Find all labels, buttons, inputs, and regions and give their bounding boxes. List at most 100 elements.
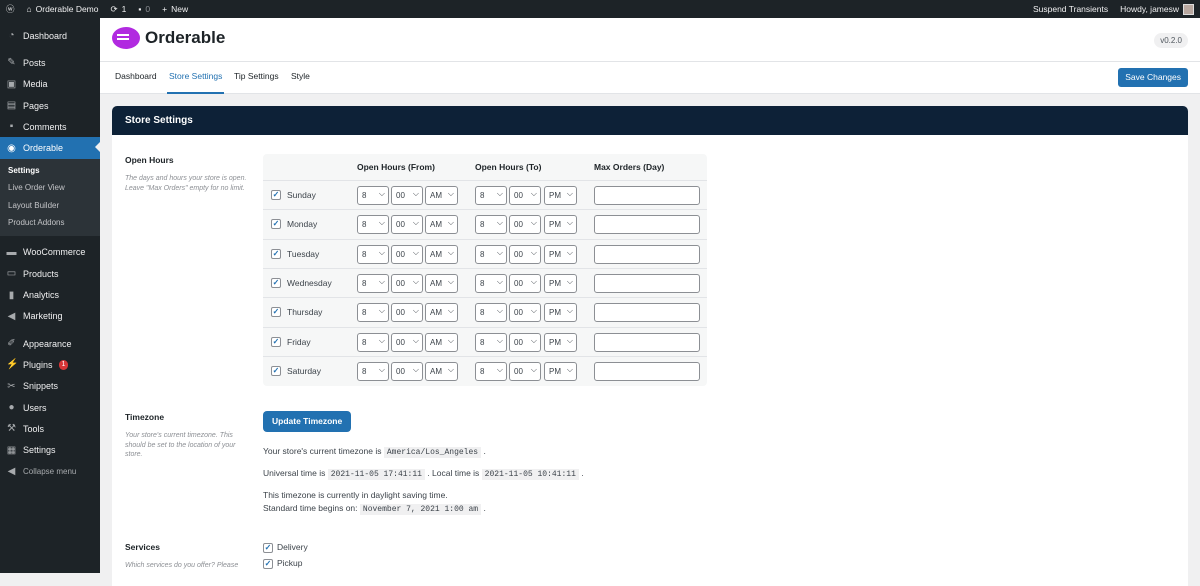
- from-hour-select[interactable]: 8: [357, 244, 389, 264]
- from-period-select[interactable]: AM: [425, 302, 458, 323]
- updates-link[interactable]: ⟳ 1: [105, 0, 133, 18]
- to-minute-select[interactable]: 00: [509, 244, 541, 264]
- submenu-item-settings[interactable]: Settings: [0, 162, 100, 180]
- to-period-select[interactable]: PM: [544, 185, 577, 205]
- sidebar-item-snippets[interactable]: ✂ Snippets: [0, 376, 100, 397]
- user-icon: ●: [8, 402, 15, 413]
- max-orders-input[interactable]: [594, 215, 700, 235]
- to-minute-select[interactable]: 00: [509, 332, 541, 352]
- orderable-icon: ◉: [7, 142, 16, 154]
- sidebar-item-comments[interactable]: ▪ Comments: [0, 116, 100, 137]
- service-pickup[interactable]: ✓ Pickup: [263, 558, 303, 569]
- max-orders-input[interactable]: [594, 273, 700, 293]
- to-period-select[interactable]: PM: [544, 244, 577, 264]
- to-hour-select[interactable]: 8: [475, 214, 507, 235]
- to-period-select[interactable]: PM: [544, 332, 577, 352]
- to-hour-select[interactable]: 8: [475, 302, 507, 323]
- sidebar-item-plugins[interactable]: ⚡ Plugins 1: [0, 354, 100, 375]
- sidebar-item-tools[interactable]: ⚒ Tools: [0, 418, 100, 439]
- wednesday-enabled-checkbox[interactable]: ✓: [271, 277, 281, 288]
- from-hour-select[interactable]: 8: [357, 214, 389, 235]
- pickup-checkbox[interactable]: ✓: [263, 558, 273, 569]
- to-minute-select[interactable]: 00: [509, 361, 541, 381]
- sidebar-item-posts[interactable]: ✎ Posts: [0, 52, 100, 73]
- tab-store-settings[interactable]: Store Settings: [167, 62, 225, 94]
- delivery-checkbox[interactable]: ✓: [263, 542, 273, 553]
- from-minute-select[interactable]: 00: [391, 302, 423, 323]
- sidebar-item-users[interactable]: ● Users: [0, 397, 100, 418]
- max-orders-input[interactable]: [594, 332, 700, 352]
- from-period-select[interactable]: AM: [425, 214, 458, 235]
- to-minute-select[interactable]: 00: [509, 214, 541, 235]
- from-period-select[interactable]: AM: [425, 185, 458, 205]
- friday-enabled-checkbox[interactable]: ✓: [271, 336, 281, 347]
- to-hour-select[interactable]: 8: [475, 185, 507, 205]
- sidebar-item-dashboard[interactable]: ◔ Dashboard: [0, 25, 100, 46]
- to-minute-select[interactable]: 00: [509, 185, 541, 205]
- from-hour-select[interactable]: 8: [357, 332, 389, 352]
- from-period-select[interactable]: AM: [425, 244, 458, 264]
- to-minute-select[interactable]: 00: [509, 302, 541, 323]
- service-delivery[interactable]: ✓ Delivery: [263, 542, 308, 553]
- from-minute-select[interactable]: 00: [391, 332, 423, 352]
- max-orders-input[interactable]: [594, 186, 700, 205]
- from-minute-select[interactable]: 00: [391, 244, 423, 264]
- save-changes-button[interactable]: Save Changes: [1118, 68, 1188, 87]
- sidebar-item-products[interactable]: ▭ Products: [0, 263, 100, 284]
- to-minute-select[interactable]: 00: [509, 273, 541, 293]
- account-link[interactable]: Howdy, jamesw: [1114, 0, 1200, 18]
- sidebar-item-pages[interactable]: ▤ Pages: [0, 95, 100, 116]
- plugin-header: Orderable v0.2.0: [100, 18, 1200, 62]
- submenu-item-product-addons[interactable]: Product Addons: [0, 214, 100, 232]
- to-period-select[interactable]: PM: [544, 273, 577, 293]
- sidebar-item-marketing[interactable]: ◀ Marketing: [0, 306, 100, 327]
- submenu-item-live-order-view[interactable]: Live Order View: [0, 179, 100, 197]
- column-header-max-orders: Max Orders (Day): [594, 162, 665, 172]
- comments-link[interactable]: ▪ 0: [132, 0, 156, 18]
- tab-tip-settings[interactable]: Tip Settings: [234, 62, 279, 94]
- from-hour-select[interactable]: 8: [357, 302, 389, 323]
- from-hour-select[interactable]: 8: [357, 361, 389, 381]
- submenu-item-layout-builder[interactable]: Layout Builder: [0, 197, 100, 215]
- to-period-select[interactable]: PM: [544, 361, 577, 381]
- from-minute-select[interactable]: 00: [391, 361, 423, 381]
- from-minute-select[interactable]: 00: [391, 214, 423, 235]
- column-header-from: Open Hours (From): [357, 162, 435, 172]
- sidebar-item-collapse-menu[interactable]: ◀ Collapse menu: [0, 461, 100, 482]
- sidebar-item-woocommerce[interactable]: ▬ WooCommerce: [0, 242, 100, 263]
- sidebar-item-orderable[interactable]: ◉ Orderable: [0, 137, 100, 159]
- sidebar-item-appearance[interactable]: ✐ Appearance: [0, 333, 100, 354]
- to-hour-select[interactable]: 8: [475, 244, 507, 264]
- saturday-enabled-checkbox[interactable]: ✓: [271, 365, 281, 376]
- from-hour-select[interactable]: 8: [357, 273, 389, 293]
- max-orders-input[interactable]: [594, 303, 700, 323]
- to-period-select[interactable]: PM: [544, 302, 577, 323]
- tuesday-enabled-checkbox[interactable]: ✓: [271, 248, 281, 259]
- column-header-to: Open Hours (To): [475, 162, 542, 172]
- from-period-select[interactable]: AM: [425, 273, 458, 293]
- to-hour-select[interactable]: 8: [475, 361, 507, 381]
- thursday-enabled-checkbox[interactable]: ✓: [271, 307, 281, 318]
- monday-enabled-checkbox[interactable]: ✓: [271, 219, 281, 230]
- new-content-link[interactable]: + New: [156, 0, 194, 18]
- tab-style[interactable]: Style: [291, 62, 310, 94]
- sunday-enabled-checkbox[interactable]: ✓: [271, 190, 281, 200]
- tab-dashboard[interactable]: Dashboard: [115, 62, 157, 94]
- suspend-transients-link[interactable]: Suspend Transients: [1027, 0, 1114, 18]
- site-name-link[interactable]: ⌂ Orderable Demo: [21, 0, 105, 18]
- from-minute-select[interactable]: 00: [391, 273, 423, 293]
- to-period-select[interactable]: PM: [544, 214, 577, 235]
- to-hour-select[interactable]: 8: [475, 273, 507, 293]
- to-hour-select[interactable]: 8: [475, 332, 507, 352]
- from-minute-select[interactable]: 00: [391, 185, 423, 205]
- from-hour-select[interactable]: 8: [357, 185, 389, 205]
- sidebar-item-media[interactable]: ▣ Media: [0, 74, 100, 95]
- wordpress-logo-icon[interactable]: ⓦ: [0, 0, 21, 18]
- from-period-select[interactable]: AM: [425, 361, 458, 381]
- sidebar-item-settings[interactable]: ▦ Settings: [0, 439, 100, 460]
- sidebar-item-analytics[interactable]: ▮ Analytics: [0, 284, 100, 305]
- max-orders-input[interactable]: [594, 361, 700, 381]
- update-timezone-button[interactable]: Update Timezone: [263, 411, 352, 432]
- max-orders-input[interactable]: [594, 244, 700, 264]
- from-period-select[interactable]: AM: [425, 332, 458, 352]
